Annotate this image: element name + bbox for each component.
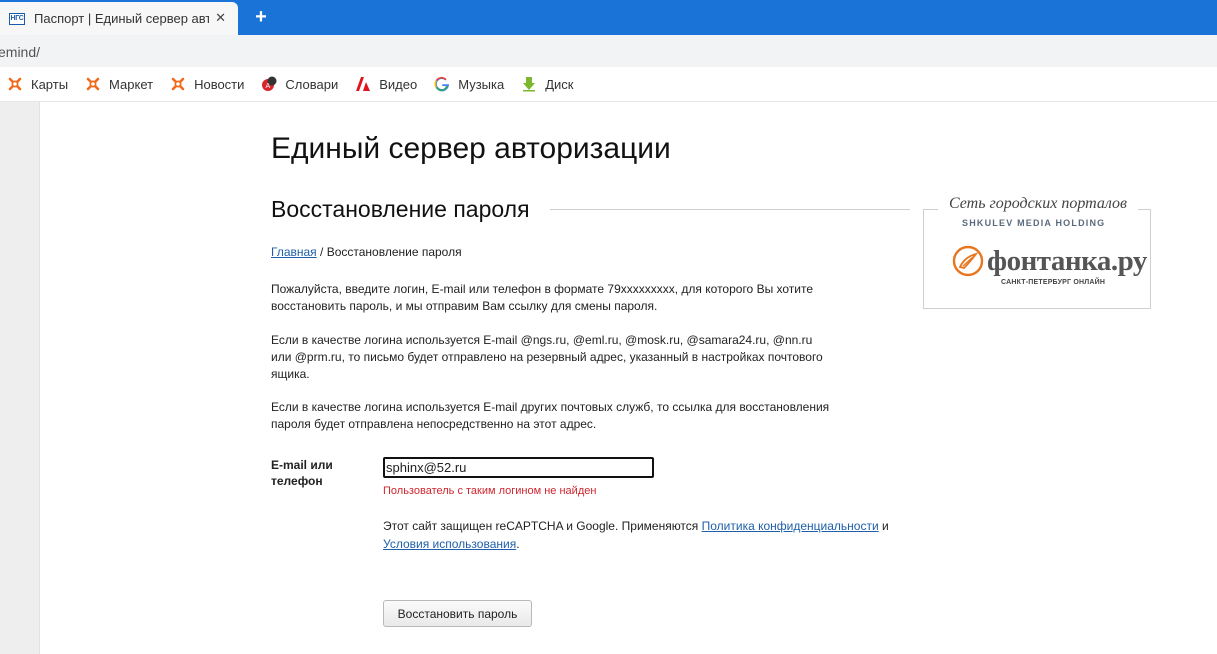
recaptcha-and: и	[878, 519, 889, 533]
close-tab-icon[interactable]: ✕	[215, 11, 226, 25]
ngs-favicon-icon: НГС	[9, 12, 25, 25]
bookmark-maps[interactable]: Карты	[7, 76, 68, 92]
instructions-paragraph: Пожалуйста, введите логин, E-mail или те…	[271, 282, 814, 313]
fontanka-tagline: САНКТ-ПЕТЕРБУРГ ОНЛАЙН	[1001, 279, 1106, 286]
bookmark-label: Карты	[31, 76, 69, 92]
bookmark-market[interactable]: Маркет	[85, 76, 153, 92]
bookmarks-bar: Карты Маркет Новости A Словари Видео Муз…	[0, 67, 1217, 102]
ngs-email-paragraph: Если в качестве логина используется E-ma…	[271, 333, 823, 381]
recaptcha-period: .	[516, 537, 520, 551]
yandex-market-icon	[85, 76, 101, 92]
yandex-maps-icon	[7, 76, 23, 92]
new-tab-icon[interactable]: +	[251, 7, 271, 27]
other-email-paragraph: Если в качестве логина используется E-ma…	[271, 400, 830, 431]
recaptcha-text: Этот сайт защищен reCAPTCHA и Google. Пр…	[383, 519, 702, 533]
fontanka-brand: фонтанка.ру	[987, 244, 1147, 277]
video-icon	[355, 76, 371, 92]
section-divider	[550, 209, 910, 210]
bookmark-news[interactable]: Новости	[170, 76, 244, 92]
browser-tab[interactable]: НГС Паспорт | Единый сервер авторизации …	[0, 2, 238, 35]
bookmark-music[interactable]: Музыка	[434, 76, 504, 92]
breadcrumb-current: Восстановление пароля	[326, 245, 462, 259]
breadcrumb-home-link[interactable]: Главная	[271, 245, 317, 259]
bookmark-label: Новости	[194, 76, 245, 92]
url-text: emind/	[0, 44, 41, 60]
bookmark-dictionaries[interactable]: A Словари	[261, 76, 338, 92]
login-error-message: Пользователь с таким логином не найден	[383, 485, 597, 497]
address-bar[interactable]: emind/	[0, 35, 1217, 67]
privacy-policy-link[interactable]: Политика конфиденциальности	[702, 519, 879, 533]
tab-title: Паспорт | Единый сервер авторизации	[34, 11, 209, 26]
page-content: Единый сервер авторизации Восстановление…	[0, 102, 1217, 654]
terms-of-use-link[interactable]: Условия использования	[383, 537, 516, 551]
breadcrumb: Главная / Восстановление пароля	[271, 245, 462, 259]
bookmark-label: Музыка	[458, 76, 505, 92]
bookmark-disk[interactable]: Диск	[521, 76, 573, 92]
portal-holding-name: SHKULEV MEDIA HOLDING	[962, 218, 1106, 228]
dictionary-icon: A	[261, 76, 277, 92]
breadcrumb-separator: /	[316, 245, 327, 259]
bookmark-video[interactable]: Видео	[355, 76, 417, 92]
login-field-label: E-mail или телефон	[271, 458, 333, 488]
bookmark-label: Диск	[545, 76, 574, 92]
disk-icon	[521, 76, 537, 92]
login-input[interactable]	[383, 457, 654, 478]
fontanka-emblem-icon	[952, 245, 984, 277]
left-margin-strip	[0, 102, 40, 654]
google-icon	[434, 76, 450, 92]
section-title: Восстановление пароля	[271, 196, 530, 222]
portal-network-heading: Сеть городских порталов	[938, 195, 1138, 213]
svg-text:A: A	[266, 83, 271, 90]
bookmark-label: Видео	[379, 76, 418, 92]
page-title: Единый сервер авторизации	[271, 132, 671, 165]
fontanka-logo: фонтанка.ру	[951, 244, 1147, 278]
restore-password-button[interactable]: Восстановить пароль	[383, 600, 532, 627]
recaptcha-notice: Этот сайт защищен reCAPTCHA и Google. Пр…	[383, 517, 903, 553]
yandex-news-icon	[170, 76, 186, 92]
tab-strip: НГС Паспорт | Единый сервер авторизации …	[0, 0, 1217, 35]
bookmark-label: Словари	[285, 76, 339, 92]
bookmark-label: Маркет	[109, 76, 154, 92]
